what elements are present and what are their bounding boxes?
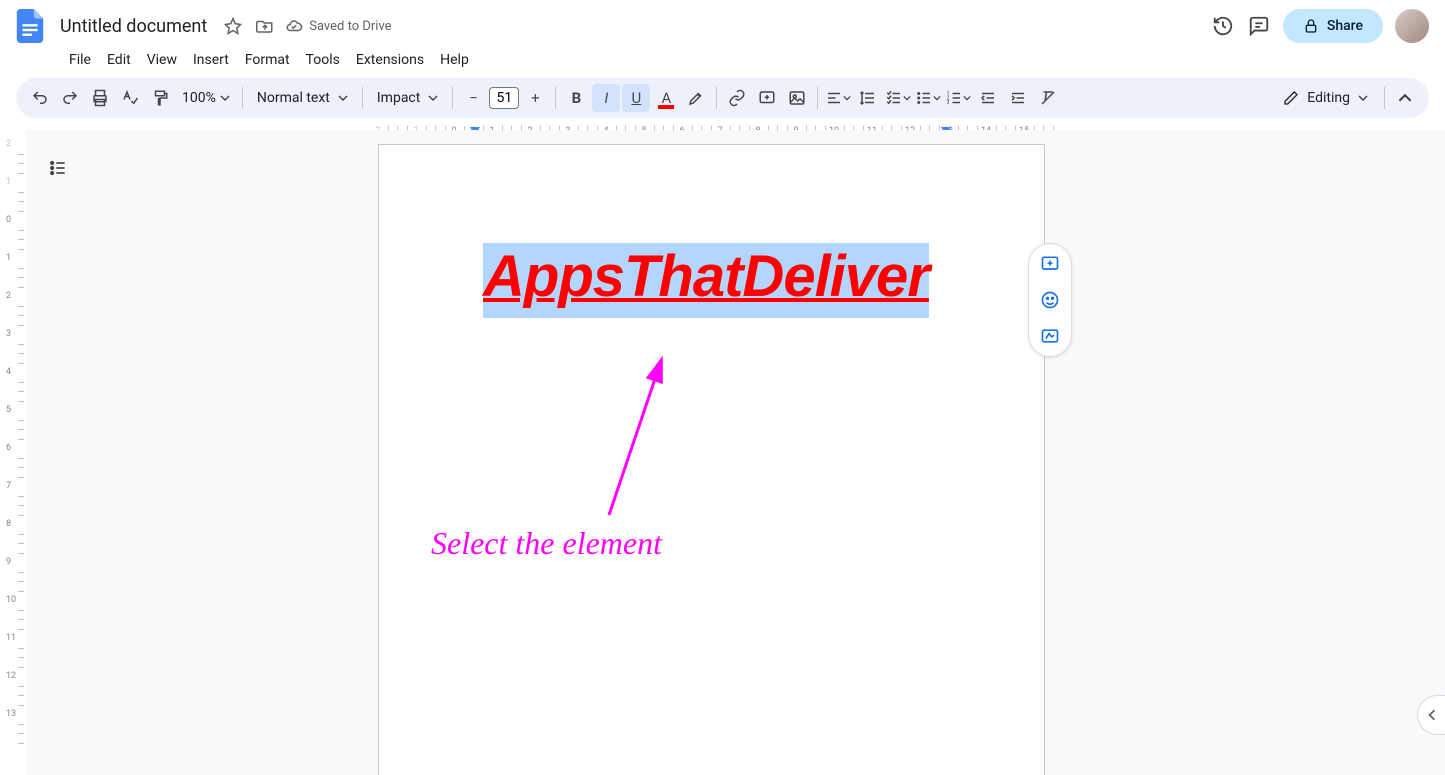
side-comment-tools xyxy=(1028,243,1072,357)
separator xyxy=(716,87,717,109)
add-comment-icon[interactable] xyxy=(1038,252,1062,276)
paragraph-style-dropdown[interactable]: Normal text xyxy=(249,90,356,106)
chevron-down-icon xyxy=(428,93,438,103)
ruler-number: 11 xyxy=(6,633,16,643)
numbered-list-button[interactable]: 123 xyxy=(944,84,972,112)
annotation-text: Select the element xyxy=(431,525,662,562)
chevron-down-icon xyxy=(843,94,851,102)
collapse-toolbar-button[interactable] xyxy=(1391,84,1419,112)
annotation-arrow xyxy=(599,355,679,525)
chevron-down-icon xyxy=(933,94,941,102)
separator xyxy=(452,87,453,109)
highlight-button[interactable] xyxy=(682,84,710,112)
lock-icon xyxy=(1303,18,1319,34)
text-color-button[interactable]: A xyxy=(652,84,680,112)
ruler-number: 1 xyxy=(6,253,11,263)
editing-mode-dropdown[interactable]: Editing xyxy=(1273,90,1378,106)
docs-logo[interactable] xyxy=(10,6,50,46)
redo-button[interactable] xyxy=(56,84,84,112)
side-panel-toggle[interactable] xyxy=(1417,695,1445,735)
ruler-number: 2 xyxy=(6,139,11,149)
vertical-ruler[interactable]: 21012345678910111213 xyxy=(0,130,26,775)
italic-button[interactable]: I xyxy=(592,84,620,112)
avatar[interactable] xyxy=(1395,9,1429,43)
ruler-number: 8 xyxy=(6,519,11,529)
chevron-down-icon xyxy=(1358,93,1368,103)
separator xyxy=(555,87,556,109)
menu-view[interactable]: View xyxy=(140,48,184,72)
ruler-number: 6 xyxy=(6,443,11,453)
paint-format-button[interactable] xyxy=(146,84,174,112)
comments-icon[interactable] xyxy=(1247,14,1271,38)
print-button[interactable] xyxy=(86,84,114,112)
menu-extensions[interactable]: Extensions xyxy=(349,48,431,72)
selected-text[interactable]: AppsThatDeliver xyxy=(483,243,929,318)
decrease-indent-button[interactable] xyxy=(974,84,1002,112)
chevron-down-icon xyxy=(903,94,911,102)
suggest-icon[interactable] xyxy=(1038,324,1062,348)
emoji-icon[interactable] xyxy=(1038,288,1062,312)
separator xyxy=(242,87,243,109)
separator xyxy=(1384,87,1385,109)
chevron-down-icon xyxy=(220,93,230,103)
ruler-number: 13 xyxy=(6,709,16,719)
menubar: File Edit View Insert Format Tools Exten… xyxy=(0,46,1445,74)
bullet-list-button[interactable] xyxy=(914,84,942,112)
insert-image-button[interactable] xyxy=(783,84,811,112)
ruler-number: 0 xyxy=(6,215,11,225)
chevron-down-icon xyxy=(338,93,348,103)
bold-button[interactable]: B xyxy=(562,84,590,112)
fontsize-input[interactable] xyxy=(489,87,519,109)
move-icon[interactable] xyxy=(253,14,277,38)
underline-button[interactable]: U xyxy=(622,84,650,112)
saved-status-text: Saved to Drive xyxy=(309,19,391,34)
saved-status[interactable]: Saved to Drive xyxy=(285,17,391,35)
menu-help[interactable]: Help xyxy=(433,48,476,72)
font-dropdown[interactable]: Impact xyxy=(369,90,446,106)
share-label: Share xyxy=(1327,18,1363,34)
ruler-number: 10 xyxy=(6,595,16,605)
ruler-number: 4 xyxy=(6,367,11,377)
toolbar: 100% Normal text Impact − + B I U A 123 xyxy=(16,78,1429,118)
ruler-number: 5 xyxy=(6,405,11,415)
ruler-number: 3 xyxy=(6,329,11,339)
menu-edit[interactable]: Edit xyxy=(100,48,138,72)
menu-format[interactable]: Format xyxy=(238,48,297,72)
spellcheck-button[interactable] xyxy=(116,84,144,112)
align-dropdown[interactable] xyxy=(824,84,852,112)
ruler-number: 12 xyxy=(6,671,16,681)
link-button[interactable] xyxy=(723,84,751,112)
document-text: AppsThatDeliver xyxy=(483,244,929,309)
outline-button[interactable] xyxy=(44,154,72,182)
separator xyxy=(817,87,818,109)
add-comment-button[interactable] xyxy=(753,84,781,112)
cloud-icon xyxy=(285,17,303,35)
pencil-icon xyxy=(1283,90,1299,106)
ruler-number: 9 xyxy=(6,557,11,567)
svg-text:3: 3 xyxy=(947,100,950,106)
history-icon[interactable] xyxy=(1211,14,1235,38)
separator xyxy=(362,87,363,109)
ruler-number: 1 xyxy=(6,177,11,187)
share-button[interactable]: Share xyxy=(1283,9,1383,43)
line-spacing-button[interactable] xyxy=(854,84,882,112)
decrease-fontsize-button[interactable]: − xyxy=(459,84,487,112)
star-icon[interactable] xyxy=(221,14,245,38)
menu-file[interactable]: File xyxy=(62,48,98,72)
clear-formatting-button[interactable] xyxy=(1034,84,1062,112)
undo-button[interactable] xyxy=(26,84,54,112)
ruler-number: 7 xyxy=(6,481,11,491)
increase-indent-button[interactable] xyxy=(1004,84,1032,112)
menu-tools[interactable]: Tools xyxy=(299,48,347,72)
header: Untitled document Saved to Drive Share xyxy=(0,0,1445,46)
checklist-button[interactable] xyxy=(884,84,912,112)
ruler-number: 2 xyxy=(6,291,11,301)
zoom-dropdown[interactable]: 100% xyxy=(176,90,236,106)
document-title[interactable]: Untitled document xyxy=(54,14,213,39)
chevron-down-icon xyxy=(963,94,971,102)
increase-fontsize-button[interactable]: + xyxy=(521,84,549,112)
document-page[interactable]: AppsThatDeliver Select the element xyxy=(378,144,1045,775)
canvas-area: 21012345678910111213 AppsThatDeliver Sel… xyxy=(0,130,1445,775)
menu-insert[interactable]: Insert xyxy=(186,48,236,72)
